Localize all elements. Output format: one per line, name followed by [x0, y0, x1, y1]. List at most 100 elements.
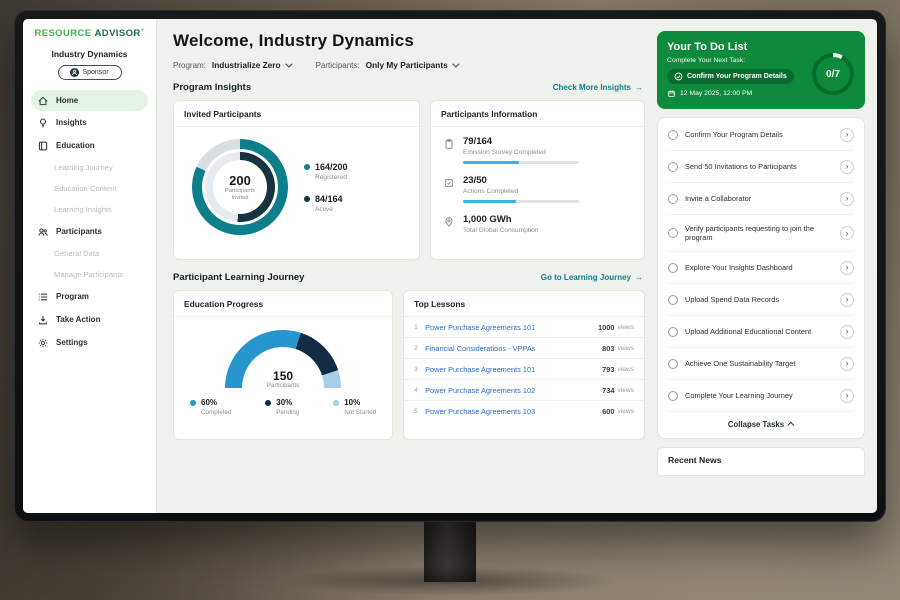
program-insights-header: Program Insights Check More Insights → — [173, 82, 643, 93]
location-pin-icon — [443, 216, 455, 228]
sidebar-item-manage-participants[interactable]: Manage Participants — [23, 264, 156, 285]
task-row[interactable]: Explore Your Insights Dashboard › — [668, 252, 854, 284]
progress-bar — [463, 200, 579, 203]
lesson-link[interactable]: Power Purchase Agreements 101 — [425, 323, 598, 332]
task-row[interactable]: Invite a Collaborator › — [668, 183, 854, 215]
monitor-shadow — [280, 566, 620, 596]
todo-title: Your To Do List — [667, 41, 855, 53]
lesson-link[interactable]: Power Purchase Agreements 101 — [425, 365, 602, 374]
sidebar-item-education-content[interactable]: Education Content — [23, 178, 156, 199]
checklist-icon — [443, 177, 455, 189]
sidebar-item-label: Learning Journey — [54, 163, 113, 172]
sidebar-item-take-action[interactable]: Take Action — [23, 308, 156, 331]
task-checkbox[interactable] — [668, 194, 678, 204]
lesson-link[interactable]: Power Purchase Agreements 103 — [425, 407, 602, 416]
chevron-up-icon — [787, 422, 794, 429]
home-icon — [37, 95, 49, 107]
task-checkbox[interactable] — [668, 162, 678, 172]
sidebar-item-label: Insights — [56, 118, 87, 127]
legend-item-active: 84/164 Active — [304, 194, 348, 213]
donut-center-label: Participants Invited — [218, 188, 262, 202]
lesson-link[interactable]: Power Purchase Agreements 102 — [425, 386, 602, 395]
sponsor-label: Sponsor — [82, 69, 108, 76]
logo-text-1: RESOURCE — [34, 28, 91, 39]
lesson-link[interactable]: Financial Considerations - VPPAs — [425, 344, 602, 353]
lesson-row[interactable]: 2 Financial Considerations - VPPAs 803 v… — [404, 338, 644, 359]
collapse-tasks-button[interactable]: Collapse Tasks — [668, 412, 854, 438]
task-row[interactable]: Send 50 Invitations to Participants › — [668, 151, 854, 183]
sidebar-item-home[interactable]: Home — [31, 90, 148, 111]
chevron-right-icon[interactable]: › — [840, 128, 854, 142]
lesson-row[interactable]: 4 Power Purchase Agreements 102 734 view… — [404, 380, 644, 401]
education-progress-card: Education Progress 150 Participants — [173, 290, 393, 440]
next-task-pill[interactable]: Confirm Your Program Details — [667, 69, 794, 84]
tasks-list-card: Confirm Your Program Details › Send 50 I… — [657, 117, 865, 439]
sponsor-icon — [70, 68, 79, 77]
todo-progress-ring: 0/7 — [812, 53, 854, 95]
lesson-row[interactable]: 1 Power Purchase Agreements 101 1000 vie… — [404, 317, 644, 338]
program-filter-dropdown[interactable]: Industrialize Zero — [212, 60, 290, 70]
legend-item-pending: 30% Pending — [265, 398, 299, 416]
invited-donut-chart: 200 Participants Invited 164/200 — [174, 127, 419, 235]
task-row[interactable]: Confirm Your Program Details › — [668, 119, 854, 151]
sidebar-item-insights[interactable]: Insights — [23, 111, 156, 134]
card-title: Participants Information — [431, 101, 644, 127]
clipboard-icon — [443, 138, 455, 150]
chevron-right-icon[interactable]: › — [840, 389, 854, 403]
invited-participants-card: Invited Participants 200 Participants In… — [173, 100, 420, 260]
stat-actions-completed: 23/50 Actions Completed — [443, 175, 632, 203]
participants-filter-dropdown[interactable]: Only My Participants — [366, 60, 457, 70]
lesson-row[interactable]: 3 Power Purchase Agreements 101 793 view… — [404, 359, 644, 380]
sidebar-item-participants[interactable]: Participants — [23, 220, 156, 243]
sidebar-item-label: Learning Insights — [54, 205, 112, 214]
task-row[interactable]: Upload Spend Data Records › — [668, 284, 854, 316]
sidebar-item-learning-journey[interactable]: Learning Journey — [23, 157, 156, 178]
chevron-right-icon[interactable]: › — [840, 357, 854, 371]
main-content: Welcome, Industry Dynamics Program: Indu… — [157, 19, 655, 513]
chevron-down-icon — [452, 60, 459, 67]
sponsor-badge[interactable]: Sponsor — [58, 65, 122, 80]
sidebar-item-label: Education — [56, 141, 95, 150]
task-checkbox[interactable] — [668, 391, 678, 401]
sidebar-item-education[interactable]: Education — [23, 134, 156, 157]
chevron-right-icon[interactable]: › — [840, 293, 854, 307]
task-row[interactable]: Upload Additional Educational Content › — [668, 316, 854, 348]
task-checkbox[interactable] — [668, 359, 678, 369]
legend-item-registered: 164/200 Registered — [304, 162, 348, 181]
section-title: Program Insights — [173, 82, 251, 93]
chevron-right-icon[interactable]: › — [840, 160, 854, 174]
sidebar-item-settings[interactable]: Settings — [23, 331, 156, 354]
chevron-right-icon[interactable]: › — [840, 226, 854, 240]
todo-summary-card: Your To Do List Complete Your Next Task:… — [657, 31, 865, 109]
gauge-center: 150 Participants — [225, 370, 341, 388]
task-row[interactable]: Achieve One Sustainability Target › — [668, 348, 854, 380]
task-row[interactable]: Verify participants requesting to join t… — [668, 215, 854, 252]
sidebar-item-learning-insights[interactable]: Learning Insights — [23, 199, 156, 220]
learning-journey-cards: Education Progress 150 Participants — [173, 290, 645, 440]
chevron-right-icon[interactable]: › — [840, 192, 854, 206]
task-checkbox[interactable] — [668, 295, 678, 305]
sidebar-item-program[interactable]: Program — [23, 285, 156, 308]
task-checkbox[interactable] — [668, 228, 678, 238]
task-row[interactable]: Complete Your Learning Journey › — [668, 380, 854, 412]
sidebar-item-general-data[interactable]: General Data — [23, 243, 156, 264]
card-title: Top Lessons — [404, 291, 644, 317]
task-checkbox[interactable] — [668, 263, 678, 273]
app-logo: RESOURCE ADVISOR+ — [23, 28, 156, 39]
donut-center-value: 200 — [229, 173, 251, 188]
sidebar-item-label: Participants — [56, 227, 102, 236]
task-checkbox[interactable] — [668, 327, 678, 337]
go-to-learning-journey-link[interactable]: Go to Learning Journey → — [541, 273, 643, 282]
sidebar-item-label: Manage Participants — [54, 270, 123, 279]
participants-stats: 79/164 Emission Survey Completed — [431, 127, 644, 234]
chevron-right-icon[interactable]: › — [840, 261, 854, 275]
check-more-insights-link[interactable]: Check More Insights → — [553, 83, 643, 92]
chevron-right-icon[interactable]: › — [840, 325, 854, 339]
card-title: Invited Participants — [174, 101, 419, 127]
card-title: Education Progress — [174, 291, 392, 317]
page-title: Welcome, Industry Dynamics — [173, 31, 645, 51]
book-icon — [37, 140, 49, 152]
lesson-row[interactable]: 5 Power Purchase Agreements 103 600 view… — [404, 401, 644, 421]
check-circle-icon — [674, 72, 683, 81]
task-checkbox[interactable] — [668, 130, 678, 140]
